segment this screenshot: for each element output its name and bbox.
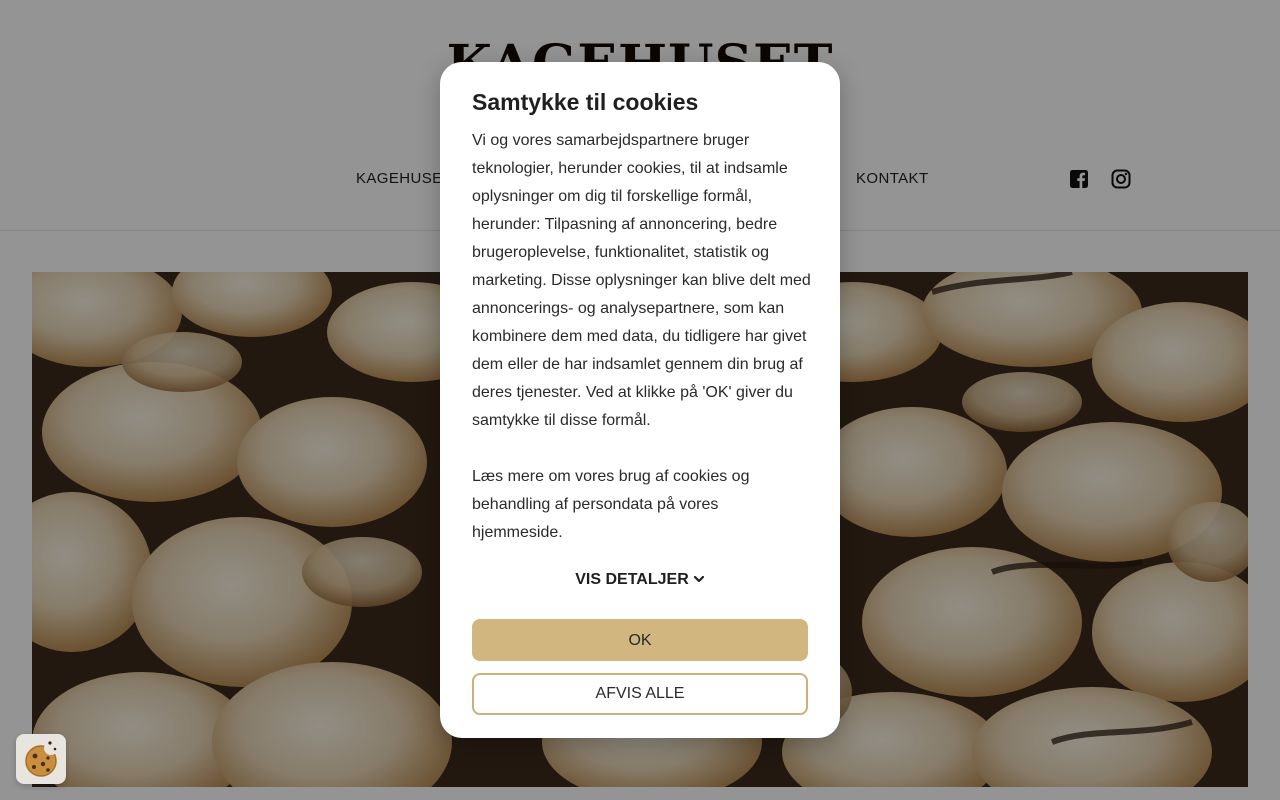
show-details-label: VIS DETALJER (575, 571, 689, 588)
cookie-icon (25, 741, 58, 777)
consent-text: Vi og vores samarbejdspartnere bruger te… (472, 132, 811, 429)
ok-button[interactable]: OK (472, 619, 808, 661)
dialog-title: Samtykke til cookies (472, 89, 699, 115)
show-details-toggle[interactable]: VIS DETALJER (440, 571, 840, 589)
dialog-body: Vi og vores samarbejdspartnere bruger te… (472, 127, 812, 547)
privacy-text: Læs mere om vores brug af cookies og beh… (472, 468, 750, 541)
cookie-settings-button[interactable] (16, 734, 66, 784)
cookie-consent-dialog: Samtykke til cookies Vi og vores samarbe… (440, 62, 840, 738)
reject-all-button[interactable]: AFVIS ALLE (472, 673, 808, 715)
chevron-down-icon (693, 575, 704, 582)
